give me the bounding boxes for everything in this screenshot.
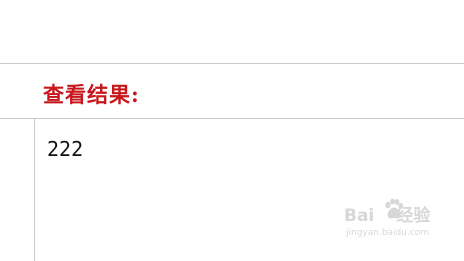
watermark-brand-left: Bai — [344, 206, 375, 226]
baidu-jingyan-watermark: Bai 经验 jingyan.baidu.com — [344, 197, 444, 245]
baidu-paw-icon — [385, 198, 404, 219]
result-heading: 查看结果: — [43, 82, 140, 107]
watermark-url: jingyan.baidu.com — [346, 228, 430, 238]
result-output-value: 222 — [47, 137, 84, 161]
top-divider — [0, 63, 464, 64]
